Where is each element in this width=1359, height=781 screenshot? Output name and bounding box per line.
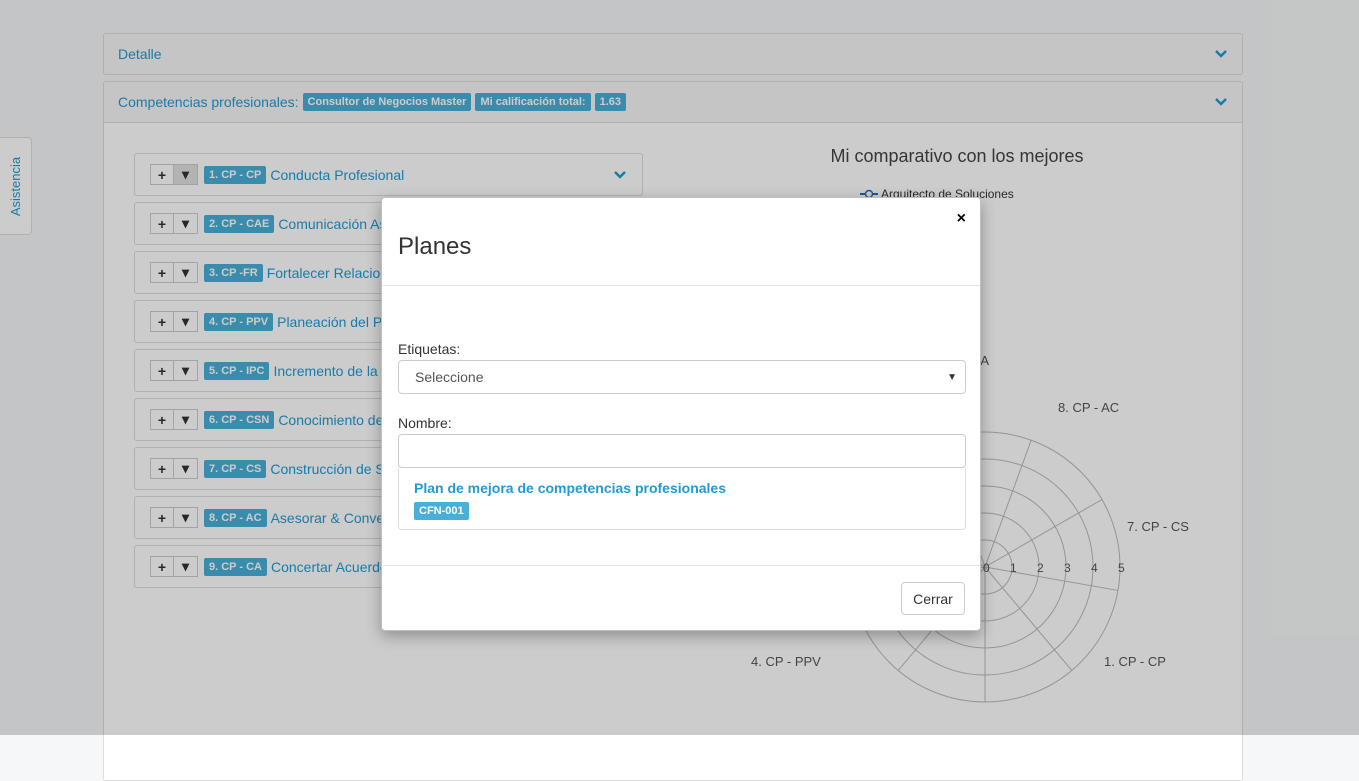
modal-title: Planes	[398, 233, 472, 260]
close-icon[interactable]: ×	[957, 210, 966, 228]
planes-modal: Planes × Etiquetas: Seleccione ▼ Nombre:…	[381, 197, 981, 631]
etiquetas-value: Seleccione	[415, 369, 484, 385]
etiquetas-label: Etiquetas:	[398, 341, 461, 357]
plan-result-title[interactable]: Plan de mejora de competencias profesion…	[414, 480, 950, 496]
cerrar-button[interactable]: Cerrar	[901, 582, 965, 615]
plan-result-item[interactable]: Plan de mejora de competencias profesion…	[398, 468, 966, 530]
plan-code-badge: CFN-001	[414, 502, 469, 520]
nombre-input[interactable]	[398, 434, 966, 468]
modal-footer: Cerrar	[382, 565, 980, 631]
nombre-label: Nombre:	[398, 415, 452, 431]
etiquetas-select[interactable]: Seleccione ▼	[398, 360, 966, 394]
page: Asistencia Detalle Competencias profesio…	[0, 0, 1359, 781]
caret-down-icon: ▼	[947, 371, 957, 383]
